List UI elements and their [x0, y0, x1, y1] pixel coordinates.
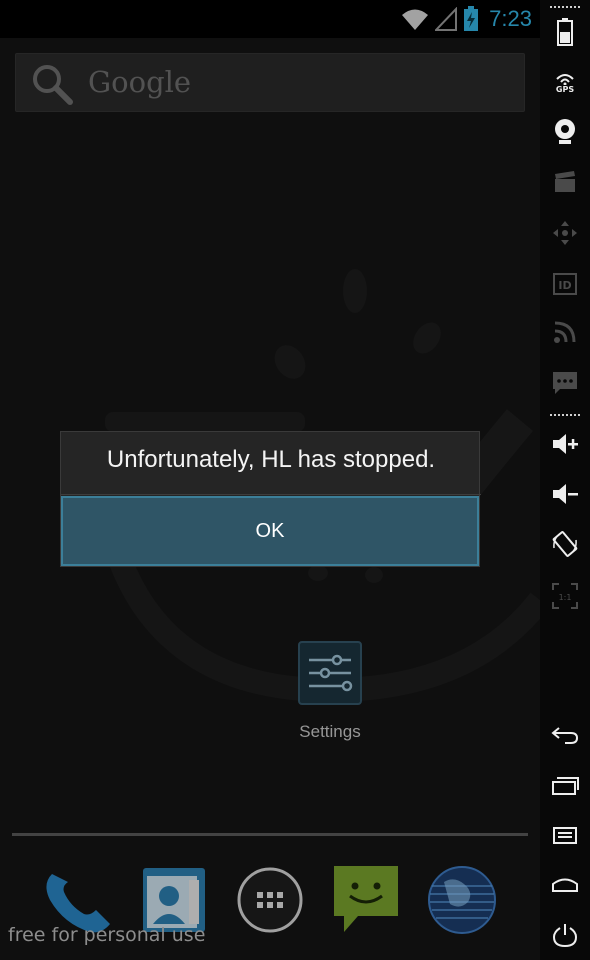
volume-down-button[interactable]: [545, 474, 585, 514]
identity-icon: ID: [553, 273, 577, 295]
panel-grip: [550, 6, 580, 8]
media-button[interactable]: [545, 162, 585, 202]
pixel-perfect-button[interactable]: 1:1: [545, 576, 585, 616]
emulator-side-panel: GPS ID 1:1: [540, 0, 590, 960]
camera-icon: [555, 119, 575, 144]
volume-up-icon: [553, 434, 578, 454]
menu-icon: [553, 827, 577, 844]
gps-label: GPS: [555, 85, 575, 94]
identity-label: ID: [558, 279, 571, 292]
sms-icon: [553, 372, 577, 394]
identity-button[interactable]: ID: [545, 264, 585, 304]
power-button[interactable]: [545, 915, 585, 955]
pixel-perfect-label: 1:1: [559, 593, 572, 602]
device-screen: 7:23 Google Settings free for personal u…: [0, 0, 540, 960]
error-dialog: Unfortunately, HL has stopped. OK: [60, 431, 481, 567]
media-clapper-icon: [555, 171, 575, 192]
rotate-icon: [552, 531, 578, 557]
sms-button[interactable]: [545, 363, 585, 403]
rss-button[interactable]: [545, 312, 585, 352]
remote-control-button[interactable]: [545, 213, 585, 253]
rss-icon: [554, 321, 576, 343]
home-button[interactable]: [545, 865, 585, 905]
volume-up-button[interactable]: [545, 424, 585, 464]
power-icon: [552, 924, 578, 948]
panel-grip: [550, 414, 580, 416]
menu-button[interactable]: [545, 815, 585, 855]
home-icon: [552, 878, 578, 892]
gps-button[interactable]: GPS: [545, 63, 585, 103]
battery-button[interactable]: [545, 12, 585, 52]
dialog-message: Unfortunately, HL has stopped.: [106, 446, 436, 473]
rotate-button[interactable]: [545, 524, 585, 564]
recent-apps-button[interactable]: [545, 765, 585, 805]
back-icon: [551, 727, 579, 744]
recent-apps-icon: [552, 777, 579, 795]
battery-icon: [557, 18, 573, 46]
volume-down-icon: [553, 484, 578, 504]
remote-control-icon: [553, 221, 577, 245]
gps-icon: [556, 74, 574, 85]
back-button[interactable]: [545, 715, 585, 755]
camera-button[interactable]: [545, 112, 585, 152]
dialog-divider: [61, 494, 481, 495]
pixel-perfect-icon: 1:1: [552, 583, 578, 609]
ok-button[interactable]: OK: [61, 496, 479, 566]
